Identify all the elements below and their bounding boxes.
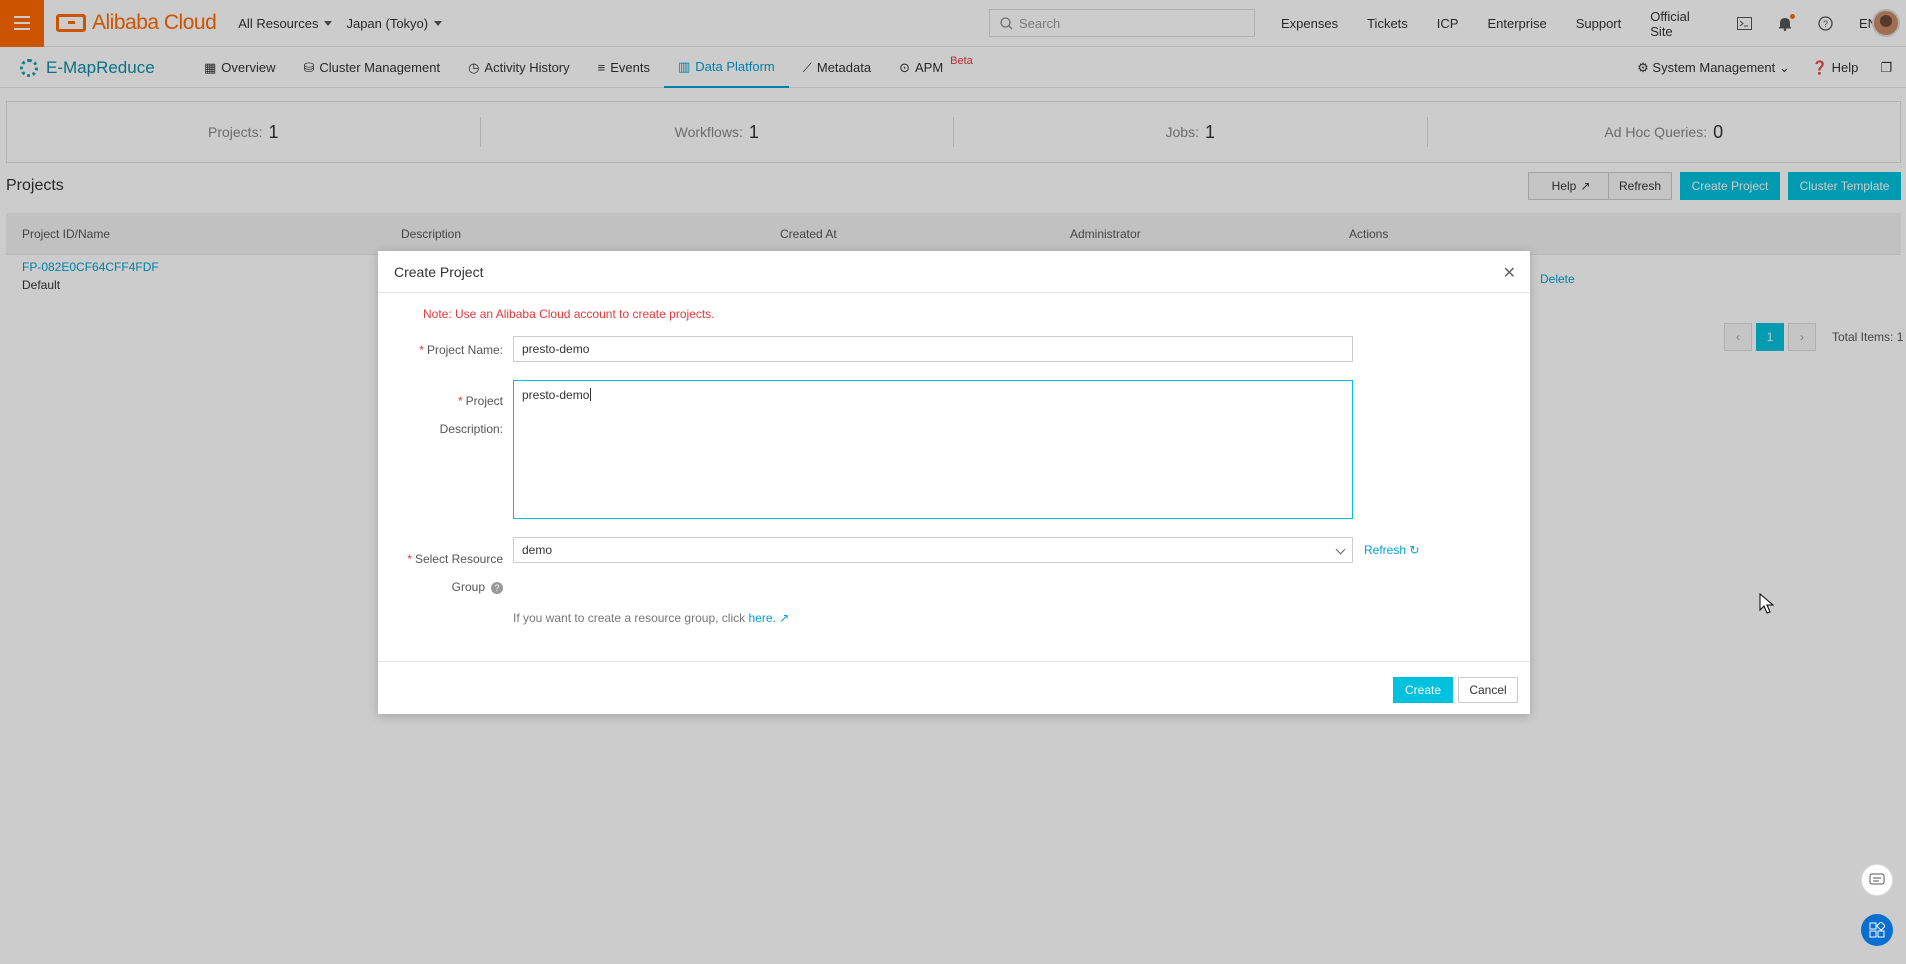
- external-link-icon: ↗: [779, 611, 790, 625]
- project-description-label: * Project Description:: [439, 394, 503, 436]
- dialog-title: Create Project: [394, 263, 484, 280]
- resource-group-select[interactable]: demo: [513, 537, 1353, 563]
- cancel-label: Cancel: [1469, 683, 1507, 697]
- resource-group-hint: If you want to create a resource group, …: [513, 611, 789, 625]
- dialog-note: Note: Use an Alibaba Cloud account to cr…: [423, 307, 715, 321]
- create-project-dialog: Create Project ✕ Note: Use an Alibaba Cl…: [378, 251, 1530, 714]
- create-label: Create: [1404, 683, 1442, 697]
- cancel-button[interactable]: Cancel: [1458, 677, 1518, 703]
- project-description-textarea[interactable]: presto-demo: [513, 380, 1353, 519]
- rg-label-line2: Group: [451, 580, 485, 594]
- create-resource-group-link[interactable]: here. ↗: [748, 611, 789, 625]
- hint-link-text: here.: [748, 611, 776, 625]
- rg-label-line1: Select Resource: [414, 552, 503, 566]
- hint-text: If you want to create a resource group, …: [513, 611, 746, 625]
- resource-group-label: * Select Resource Group?: [407, 552, 503, 594]
- project-name-value: presto-demo: [522, 342, 590, 356]
- resource-group-value: demo: [522, 543, 553, 557]
- project-description-value: presto-demo: [522, 388, 590, 402]
- close-icon[interactable]: ✕: [1503, 263, 1516, 283]
- question-icon[interactable]: ?: [491, 582, 503, 594]
- chevron-down-icon: [1335, 544, 1346, 555]
- project-name-input[interactable]: presto-demo: [513, 336, 1353, 362]
- text-cursor: [590, 388, 592, 401]
- refresh-resource-groups[interactable]: Refresh ↻: [1364, 543, 1419, 557]
- project-name-label-text: Project Name:: [426, 343, 503, 357]
- refresh-icon: ↻: [1409, 543, 1420, 557]
- mouse-cursor-icon: [1759, 593, 1775, 614]
- create-button[interactable]: Create: [1393, 677, 1453, 703]
- chat-icon[interactable]: [1861, 864, 1893, 896]
- refresh-label: Refresh: [1364, 543, 1407, 557]
- dialog-footer: Create Cancel: [378, 661, 1530, 714]
- desc-label-line2: Description:: [439, 422, 503, 436]
- dialog-header: Create Project ✕: [378, 251, 1530, 293]
- desc-label-line1: Project: [465, 394, 503, 408]
- apps-icon[interactable]: [1861, 914, 1893, 946]
- project-name-label: * Project Name:: [419, 343, 503, 357]
